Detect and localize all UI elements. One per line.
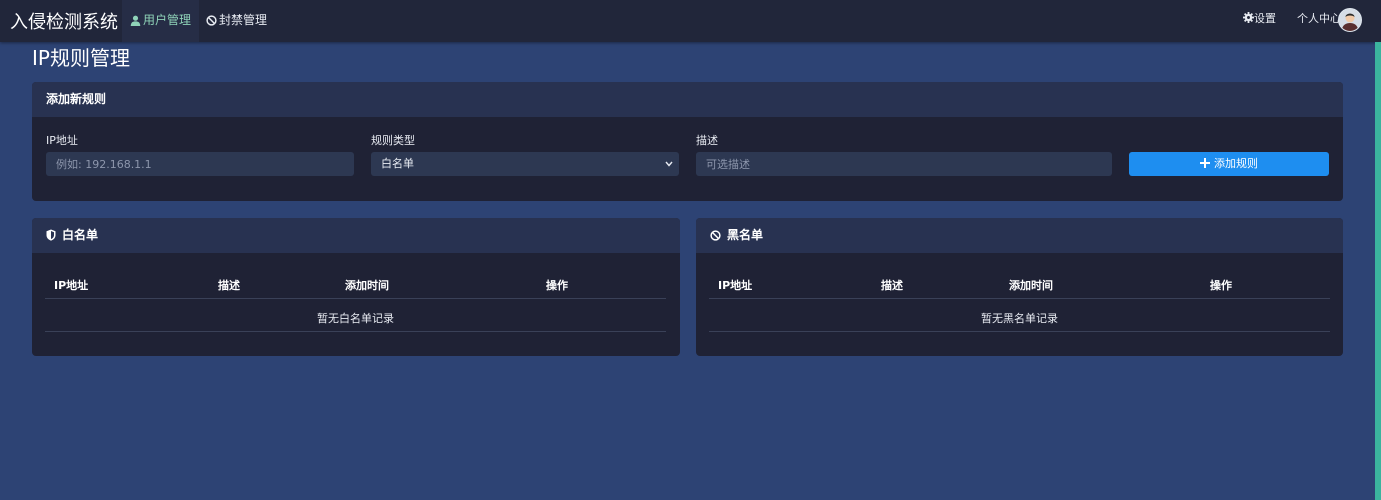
blacklist-title: 黑名单 (727, 228, 764, 242)
nav-settings[interactable]: 设置 (1243, 0, 1276, 42)
blacklist-row-divider (709, 331, 1330, 332)
chevron-down-icon (665, 161, 673, 167)
whitelist-title: 白名单 (62, 228, 99, 242)
gear-icon (1243, 12, 1254, 23)
description-label: 描述 (696, 134, 718, 147)
nav-ban-management-label: 封禁管理 (219, 13, 268, 27)
blacklist-col-time: 添加时间 (1009, 279, 1053, 292)
blacklist-col-ip: IP地址 (718, 279, 753, 292)
whitelist-empty-message: 暂无白名单记录 (317, 312, 394, 325)
ip-field-label: IP地址 (46, 134, 78, 147)
nav-ban-management[interactable]: 封禁管理 (198, 0, 275, 42)
whitelist-header-divider (45, 298, 666, 299)
user-icon (130, 15, 141, 26)
rule-type-select[interactable]: 白名单 (371, 152, 679, 176)
nav-user-management[interactable]: 用户管理 (122, 0, 200, 42)
plus-icon (1200, 158, 1210, 168)
scrollbar-accent (1375, 42, 1381, 500)
blacklist-col-actions: 操作 (1210, 279, 1232, 292)
blacklist-empty-message: 暂无黑名单记录 (981, 312, 1058, 325)
user-avatar[interactable] (1338, 8, 1362, 32)
ip-address-input[interactable] (46, 152, 354, 176)
ban-icon (710, 230, 721, 241)
whitelist-header: 白名单 (32, 218, 680, 253)
nav-profile[interactable]: 个人中心 (1297, 0, 1341, 42)
ban-icon (206, 15, 217, 26)
nav-user-management-label: 用户管理 (143, 13, 192, 27)
whitelist-col-ip: IP地址 (54, 279, 89, 292)
shield-icon (46, 229, 56, 241)
nav-settings-label: 设置 (1254, 12, 1276, 25)
whitelist-card: 白名单 IP地址 描述 添加时间 操作 暂无白名单记录 (32, 218, 680, 356)
avatar-icon (1339, 9, 1361, 31)
description-input[interactable] (696, 152, 1112, 176)
whitelist-col-time: 添加时间 (345, 279, 389, 292)
add-rule-header: 添加新规则 (32, 82, 1343, 117)
whitelist-row-divider (45, 331, 666, 332)
add-rule-button-label: 添加规则 (1214, 157, 1258, 170)
blacklist-col-desc: 描述 (881, 279, 903, 292)
top-navbar: 入侵检测系统 用户管理 封禁管理 设置 个人中心 (0, 0, 1381, 42)
app-brand[interactable]: 入侵检测系统 (10, 8, 118, 34)
rule-type-value: 白名单 (381, 157, 414, 170)
blacklist-header: 黑名单 (696, 218, 1343, 253)
rule-type-label: 规则类型 (371, 134, 415, 147)
page-title: IP规则管理 (32, 46, 130, 70)
add-rule-card: 添加新规则 IP地址 规则类型 白名单 描述 添加规则 (32, 82, 1343, 201)
add-rule-button[interactable]: 添加规则 (1129, 152, 1329, 176)
whitelist-col-desc: 描述 (218, 279, 240, 292)
blacklist-card: 黑名单 IP地址 描述 添加时间 操作 暂无黑名单记录 (696, 218, 1343, 356)
blacklist-header-divider (709, 298, 1330, 299)
whitelist-col-actions: 操作 (546, 279, 568, 292)
